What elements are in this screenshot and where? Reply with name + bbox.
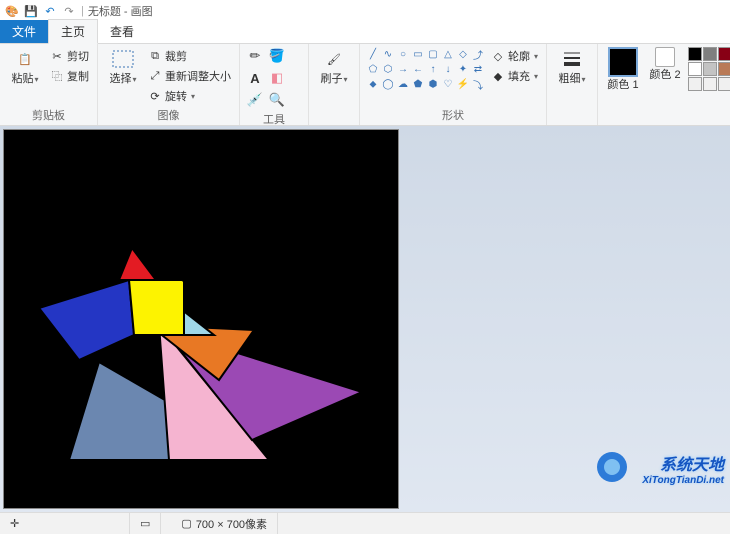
color2-swatch xyxy=(655,47,675,67)
group-label: 颜色 xyxy=(604,105,730,123)
canvas-area[interactable]: 系统天地 XiTongTianDi.net xyxy=(0,126,730,512)
rotate-icon: ⟳ xyxy=(148,89,162,103)
window-title: 无标题 - 画图 xyxy=(88,3,153,19)
redo-icon[interactable]: ↷ xyxy=(61,3,77,19)
color-swatch[interactable] xyxy=(703,77,717,91)
crop-button[interactable]: ⧉裁剪 xyxy=(146,47,233,65)
outline-button[interactable]: ◇轮廓▾ xyxy=(489,47,540,65)
bucket-icon[interactable]: 🪣 xyxy=(268,47,286,65)
ribbon: 📋 粘贴▾ ✂剪切 ⿻复制 剪贴板 选择▾ ⧉裁剪 ⤢重新调整大小 ⟳旋转▾ 图… xyxy=(0,44,730,126)
crosshair-icon: ✛ xyxy=(10,517,19,530)
color-swatch[interactable] xyxy=(718,47,730,61)
zoom-icon[interactable]: 🔍 xyxy=(268,91,286,109)
color-swatch[interactable] xyxy=(703,47,717,61)
scissors-icon: ✂ xyxy=(50,49,64,63)
title-bar: 🎨 💾 ↶ ↷ | 无标题 - 画图 xyxy=(0,0,730,22)
group-stroke: 粗细▾ xyxy=(547,44,598,125)
color1-button[interactable]: 颜色 1 xyxy=(604,47,642,91)
group-label: 形状 xyxy=(366,105,540,123)
color-swatch[interactable] xyxy=(688,77,702,91)
color-palette[interactable] xyxy=(688,47,730,91)
group-label: 图像 xyxy=(104,105,233,123)
text-icon[interactable]: A xyxy=(246,69,264,87)
color1-swatch xyxy=(608,47,638,77)
selection-icon: ▭ xyxy=(140,517,150,530)
select-button[interactable]: 选择▾ xyxy=(104,47,142,85)
group-tools: ✏ 🪣 A ◧ 💉 🔍 工具 xyxy=(240,44,309,125)
fill-icon: ◆ xyxy=(491,69,505,83)
watermark: 系统天地 XiTongTianDi.net xyxy=(642,451,724,486)
outline-icon: ◇ xyxy=(491,49,505,63)
undo-icon[interactable]: ↶ xyxy=(42,3,58,19)
group-brush: 🖌 刷子▾ xyxy=(309,44,360,125)
tab-file[interactable]: 文件 xyxy=(0,20,48,43)
color2-button[interactable]: 颜色 2 xyxy=(646,47,684,81)
copy-icon: ⿻ xyxy=(50,69,64,83)
stroke-icon xyxy=(560,47,584,71)
paste-button[interactable]: 📋 粘贴▾ xyxy=(6,47,44,85)
brush-button[interactable]: 🖌 刷子▾ xyxy=(315,47,353,85)
group-label: 剪贴板 xyxy=(6,105,91,123)
pencil-icon[interactable]: ✏ xyxy=(246,47,264,65)
rotate-button[interactable]: ⟳旋转▾ xyxy=(146,87,233,105)
tab-view[interactable]: 查看 xyxy=(98,20,146,43)
group-label: 工具 xyxy=(246,109,302,127)
copy-button[interactable]: ⿻复制 xyxy=(48,67,91,85)
cursor-pos: ✛ xyxy=(0,513,130,534)
picker-icon[interactable]: 💉 xyxy=(246,91,264,109)
color-swatch[interactable] xyxy=(718,62,730,76)
clipboard-icon: 📋 xyxy=(13,47,37,71)
group-shapes: ╱∿○▭▢△◇⤴ ⬠⬡→←↑↓✦⇄ ⬥◯☁⬟⬢♡⚡⤵ ◇轮廓▾ ◆填充▾ 形状 xyxy=(360,44,547,125)
crop-icon: ⧉ xyxy=(148,49,162,63)
canvas-size: ▢700 × 700像素 xyxy=(171,513,278,534)
eraser-icon[interactable]: ◧ xyxy=(268,69,286,87)
fill-button[interactable]: ◆填充▾ xyxy=(489,67,540,85)
color-swatch[interactable] xyxy=(703,62,717,76)
brush-icon: 🖌 xyxy=(322,47,346,71)
separator: | xyxy=(81,5,84,17)
resize-button[interactable]: ⤢重新调整大小 xyxy=(146,67,233,85)
group-label xyxy=(553,109,591,123)
size-icon: ▢ xyxy=(181,517,191,530)
status-bar: ✛ ▭ ▢700 × 700像素 xyxy=(0,512,730,534)
app-icon: 🎨 xyxy=(4,3,20,19)
color-swatch[interactable] xyxy=(718,77,730,91)
select-icon xyxy=(111,47,135,71)
group-colors: 颜色 1 颜色 2 编辑颜色 颜色 xyxy=(598,44,730,125)
canvas[interactable] xyxy=(4,130,398,508)
save-icon[interactable]: 💾 xyxy=(23,3,39,19)
color-swatch[interactable] xyxy=(688,47,702,61)
shapes-gallery[interactable]: ╱∿○▭▢△◇⤴ ⬠⬡→←↑↓✦⇄ ⬥◯☁⬟⬢♡⚡⤵ xyxy=(366,47,485,91)
stroke-button[interactable]: 粗细▾ xyxy=(553,47,591,85)
selection-size: ▭ xyxy=(130,513,161,534)
color-swatch[interactable] xyxy=(688,62,702,76)
tab-home[interactable]: 主页 xyxy=(48,19,98,44)
group-clipboard: 📋 粘贴▾ ✂剪切 ⿻复制 剪贴板 xyxy=(0,44,98,125)
group-label xyxy=(315,109,353,123)
group-image: 选择▾ ⧉裁剪 ⤢重新调整大小 ⟳旋转▾ 图像 xyxy=(98,44,240,125)
resize-icon: ⤢ xyxy=(148,69,162,83)
cut-button[interactable]: ✂剪切 xyxy=(48,47,91,65)
ribbon-tabs: 文件 主页 查看 xyxy=(0,22,730,44)
